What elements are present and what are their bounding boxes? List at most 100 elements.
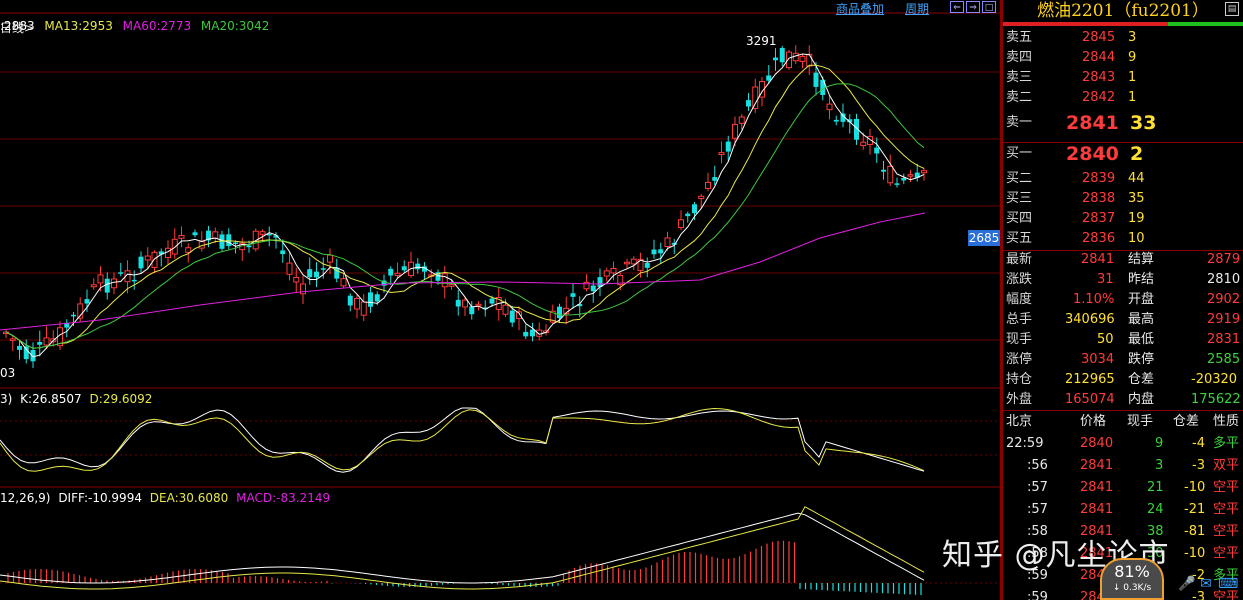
scroll-left-button[interactable]: ⇐ bbox=[950, 1, 964, 13]
bid-level-row: 买二 2839 44 bbox=[1003, 169, 1243, 189]
tick-oi-change: -10 bbox=[1184, 480, 1206, 495]
candle-body-up bbox=[90, 284, 97, 288]
candle-body-down bbox=[192, 232, 198, 236]
bid-price: 2837 bbox=[1082, 211, 1116, 226]
stat-value: 2585 bbox=[1207, 352, 1241, 367]
candle-body-down bbox=[570, 293, 576, 297]
candle-body-down bbox=[30, 349, 36, 362]
low-price-label: 03 bbox=[0, 366, 16, 380]
candle-body-down bbox=[813, 72, 819, 87]
bid-label: 买五 bbox=[1006, 231, 1033, 246]
stat-value: 2810 bbox=[1207, 272, 1241, 287]
ask-volume: 3 bbox=[1128, 30, 1137, 45]
system-tray: 🎤 ✉ ⌨ bbox=[1174, 572, 1243, 600]
macd-params: 12,26,9) bbox=[0, 491, 51, 505]
candle-body-down bbox=[374, 294, 380, 302]
bid-price: 2840 bbox=[1066, 143, 1119, 165]
ask-price: 2844 bbox=[1082, 50, 1116, 65]
stat-label: 涨停 bbox=[1006, 352, 1033, 367]
kline-chart-canvas[interactable] bbox=[0, 0, 1000, 600]
candle-body-down bbox=[901, 178, 907, 181]
candle-body-down bbox=[320, 268, 326, 270]
moving-average-lines bbox=[0, 53, 926, 358]
candle-body-down bbox=[347, 295, 353, 306]
stat-label: 仓差 bbox=[1128, 372, 1155, 387]
bid-price: 2839 bbox=[1082, 171, 1116, 186]
stat-label: 总手 bbox=[1006, 312, 1033, 327]
scroll-right-button[interactable]: ⇒ bbox=[966, 1, 980, 13]
bid-level-row: 买三 2838 35 bbox=[1003, 189, 1243, 209]
candle-body-down bbox=[489, 298, 495, 304]
ask-price: 2842 bbox=[1082, 90, 1116, 105]
candle-body-down bbox=[388, 268, 394, 276]
candle-body-up bbox=[921, 170, 927, 174]
stat-row: 涨跌 31 昨结 2810 bbox=[1003, 270, 1243, 290]
candle-body-down bbox=[104, 278, 110, 293]
stat-label: 最低 bbox=[1128, 332, 1155, 347]
candle-body-down bbox=[37, 341, 43, 345]
ma60-line bbox=[0, 212, 926, 331]
chat-icon[interactable]: ✉ bbox=[1198, 576, 1214, 592]
candle-body-up bbox=[151, 251, 158, 269]
overlay-commodity-link[interactable]: 商品叠加 bbox=[836, 0, 884, 17]
stat-value: 2831 bbox=[1207, 332, 1241, 347]
ask-level-row: 卖五 2845 3 bbox=[1003, 28, 1243, 48]
stat-value: 165074 bbox=[1065, 392, 1115, 407]
maximize-chart-button[interactable]: □ bbox=[982, 1, 996, 13]
tick-nature: 空平 bbox=[1213, 546, 1240, 561]
candle-body-down bbox=[658, 249, 664, 254]
ma13-value: MA13:2953 bbox=[44, 19, 113, 33]
tick-volume: 9 bbox=[1155, 436, 1164, 451]
panel-menu-icon[interactable]: ▤ bbox=[1225, 2, 1239, 16]
candle-body-down bbox=[314, 271, 319, 278]
network-speed-widget[interactable]: 81% ↓ 0.3K/s bbox=[1100, 558, 1164, 600]
candle-body-up bbox=[144, 255, 151, 261]
candle-body-down bbox=[530, 329, 535, 337]
stat-label: 现手 bbox=[1006, 332, 1033, 347]
buy-sell-ratio-bar-green bbox=[1168, 22, 1243, 26]
ask-volume: 1 bbox=[1128, 70, 1137, 85]
candle-body-up bbox=[678, 219, 684, 228]
candle-body-down bbox=[779, 48, 785, 63]
keyboard-icon[interactable]: ⌨ bbox=[1218, 576, 1238, 592]
stat-value: 340696 bbox=[1065, 312, 1115, 327]
candle-body-down bbox=[233, 242, 238, 244]
stat-label: 结算 bbox=[1128, 252, 1155, 267]
stat-row: 现手 50 最低 2831 bbox=[1003, 330, 1243, 350]
candle-body-down bbox=[644, 263, 650, 268]
microphone-icon[interactable]: 🎤 bbox=[1178, 576, 1195, 592]
ask-level-row: 卖二 2842 1 bbox=[1003, 88, 1243, 108]
ask-volume: 1 bbox=[1128, 90, 1137, 105]
candle-body-up bbox=[732, 123, 738, 139]
bid-level-row: 买四 2837 19 bbox=[1003, 209, 1243, 229]
candle-body-down bbox=[17, 345, 22, 350]
ask-price: 2845 bbox=[1082, 30, 1116, 45]
candle-body-up bbox=[860, 141, 867, 147]
stat-row: 涨停 3034 跌停 2585 bbox=[1003, 350, 1243, 370]
kdj-params: 3) bbox=[0, 392, 13, 406]
tick-time: :59 bbox=[1027, 590, 1048, 600]
kdj-k-value: K:26.8507 bbox=[20, 392, 82, 406]
period-link[interactable]: 周期 bbox=[905, 0, 929, 17]
ticks-header-nature: 性质 bbox=[1213, 414, 1240, 429]
candle-body-up bbox=[664, 237, 671, 247]
stat-row: 总手 340696 最高 2919 bbox=[1003, 310, 1243, 330]
tick-price: 2841 bbox=[1080, 502, 1114, 517]
candle-body-up bbox=[907, 174, 914, 177]
candle-body-up bbox=[806, 53, 813, 67]
stat-value: 1.10% bbox=[1073, 292, 1115, 307]
ask-label: 卖五 bbox=[1006, 30, 1033, 45]
candle-body-down bbox=[725, 141, 731, 152]
kline-chart-pane[interactable]: 日线> :2883 MA13:2953 MA60:2773 MA20:3042 … bbox=[0, 0, 1000, 600]
ask-label: 卖一 bbox=[1006, 115, 1033, 130]
ask-level-row: 卖三 2843 1 bbox=[1003, 68, 1243, 88]
ma-legend: :2883 MA13:2953 MA60:2773 MA20:3042 bbox=[0, 19, 269, 33]
candle-body-up bbox=[259, 231, 266, 235]
kdj-d-line bbox=[0, 407, 925, 472]
tick-oi-change: -21 bbox=[1184, 502, 1206, 517]
stat-row: 持仓 212965 仓差 -20320 bbox=[1003, 370, 1243, 390]
candle-body-down bbox=[894, 183, 900, 185]
ma5-value: :2883 bbox=[0, 19, 35, 33]
candle-body-down bbox=[138, 256, 144, 269]
tick-price: 2840 bbox=[1080, 436, 1114, 451]
